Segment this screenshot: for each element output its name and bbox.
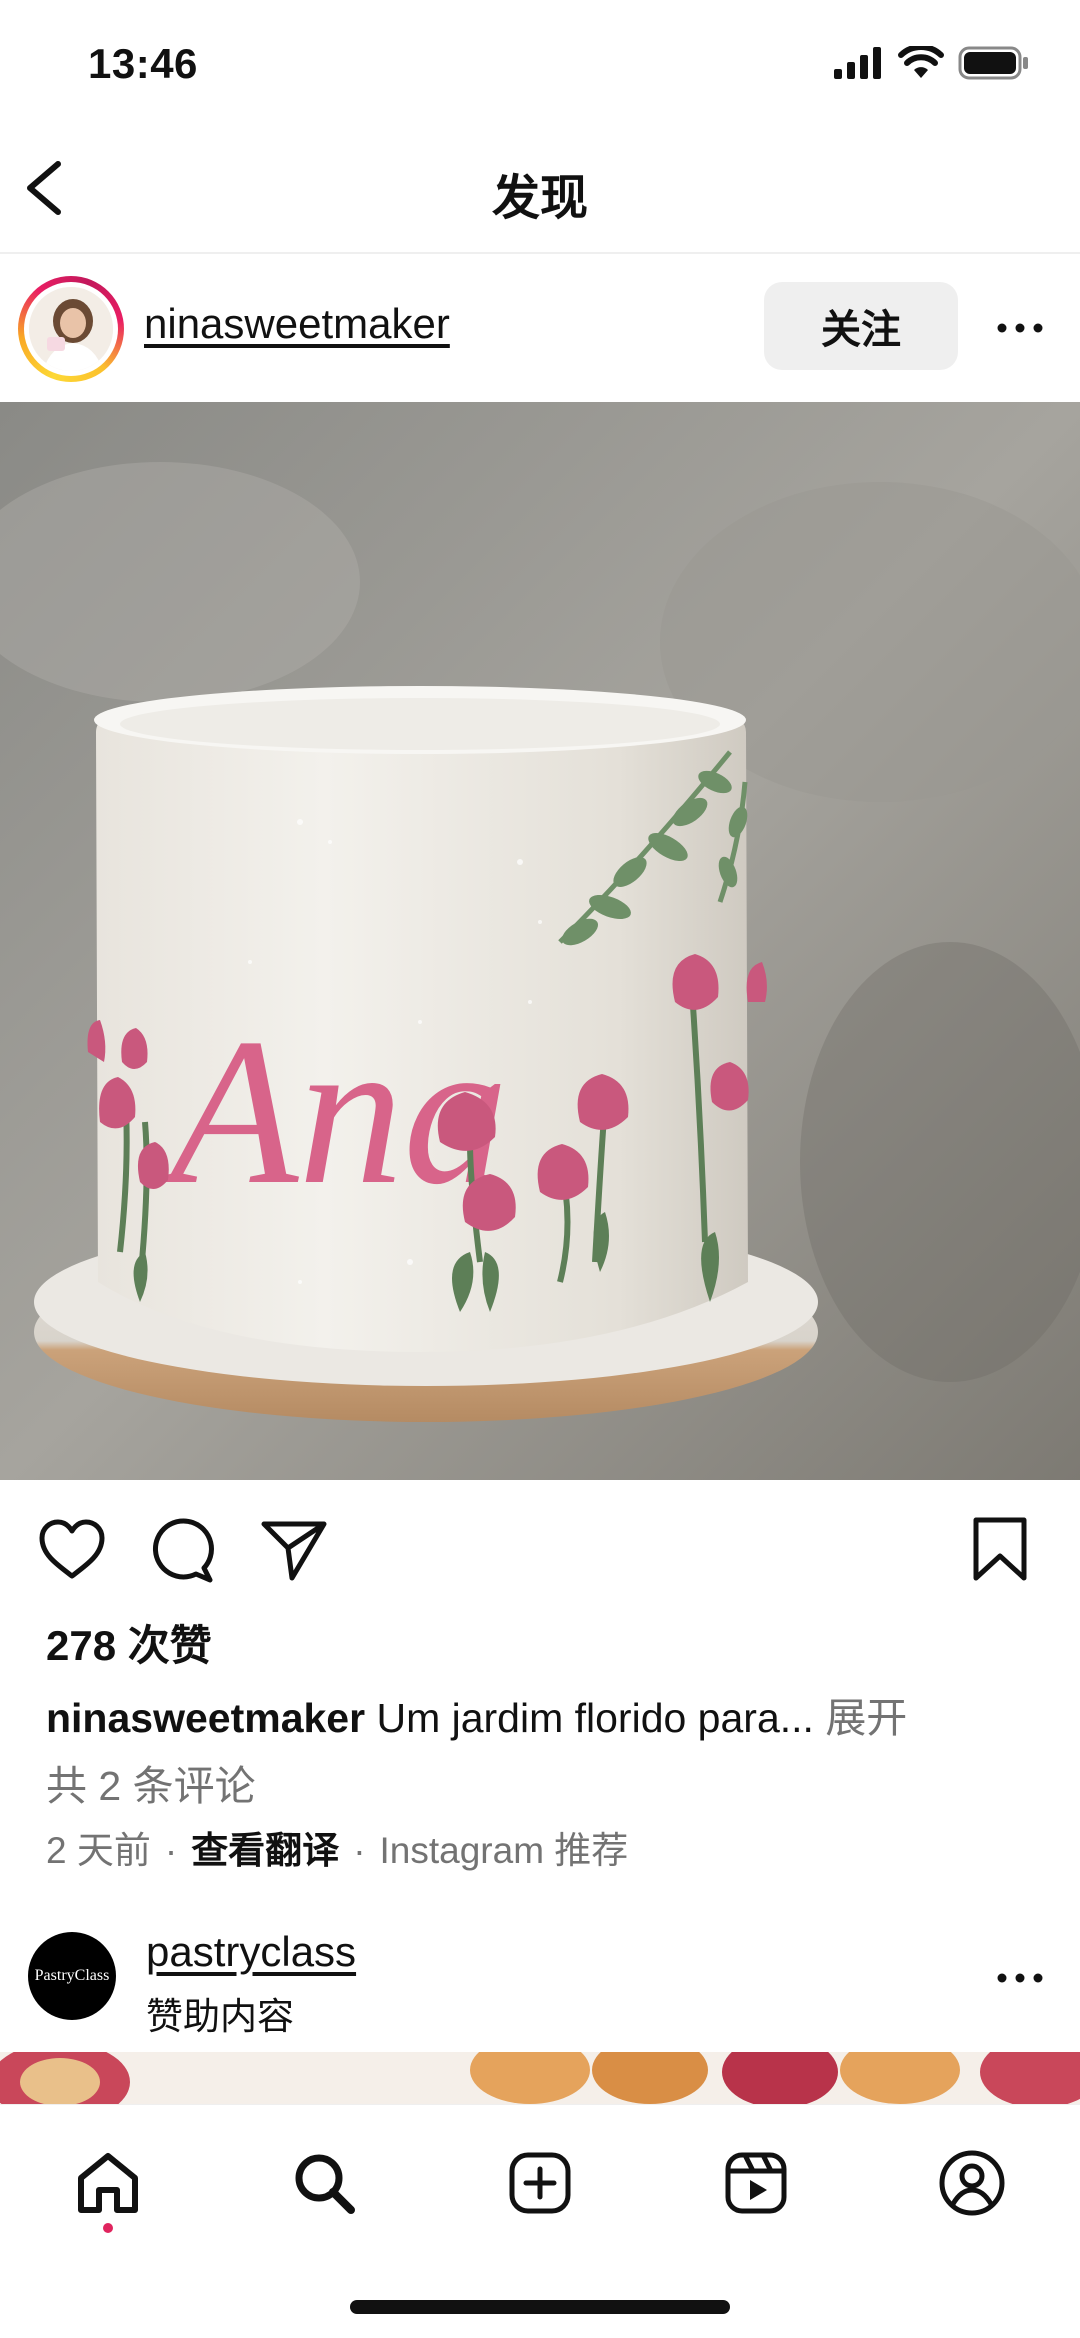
tab-search[interactable] [284,2143,364,2223]
post-more-button[interactable] [990,308,1050,348]
caption-username[interactable]: ninasweetmaker [46,1695,365,1741]
sponsor-more-button[interactable] [990,1958,1050,1998]
meta-separator: · [353,1830,366,1871]
status-time: 13:46 [88,40,198,87]
post-username[interactable]: ninasweetmaker [144,300,450,348]
meta-separator: · [164,1830,178,1871]
comment-button[interactable] [146,1514,218,1586]
tab-reels[interactable] [716,2143,796,2223]
create-icon [509,2152,571,2214]
post-caption: ninasweetmaker Um jardim florido para...… [46,1684,907,1744]
status-icons [834,46,1030,80]
comment-icon [152,1518,214,1583]
header-divider [0,252,1080,254]
home-indicator [350,2300,730,2314]
like-count[interactable]: 278 次赞 [46,1612,212,1673]
notification-dot [103,2223,113,2233]
more-horizontal-icon [997,323,1043,333]
sponsor-image-preview[interactable] [0,2052,1080,2104]
home-icon [78,2153,138,2213]
caption-more-link[interactable]: 展开 [825,1695,907,1741]
sponsor-avatar[interactable]: PastryClass [28,1932,116,2020]
sponsor-username[interactable]: pastryclass [146,1928,356,1976]
post-image[interactable]: Ana [0,402,1080,1480]
battery-icon [958,46,1028,80]
bookmark-button[interactable] [964,1514,1036,1586]
more-horizontal-icon [997,1973,1043,1983]
avatar[interactable] [18,276,124,382]
wifi-icon [898,46,944,78]
cellular-signal-icon [834,47,881,79]
tab-home[interactable] [68,2143,148,2223]
reels-icon [725,2152,787,2214]
sponsored-label: 赞助内容 [146,1996,294,2037]
like-button[interactable] [36,1514,108,1586]
share-icon [261,1521,327,1581]
follow-button[interactable]: 关注 [764,282,958,370]
view-comments-link[interactable]: 共 2 条评论 [46,1752,256,1812]
tab-create[interactable] [500,2143,580,2223]
search-icon [295,2154,355,2214]
caption-text: Um jardim florido para... [365,1695,826,1741]
post-meta: 2 天前 · 查看翻译 · Instagram 推荐 [46,1820,628,1874]
post-time: 2 天前 [46,1830,151,1871]
page-title: 发现 [491,172,588,225]
post-source: Instagram 推荐 [379,1830,629,1871]
heart-icon [39,1519,105,1579]
tab-profile[interactable] [932,2143,1012,2223]
share-button[interactable] [258,1514,330,1586]
translate-link[interactable]: 查看翻译 [191,1830,339,1871]
profile-icon [939,2150,1005,2216]
bookmark-icon [973,1517,1027,1581]
